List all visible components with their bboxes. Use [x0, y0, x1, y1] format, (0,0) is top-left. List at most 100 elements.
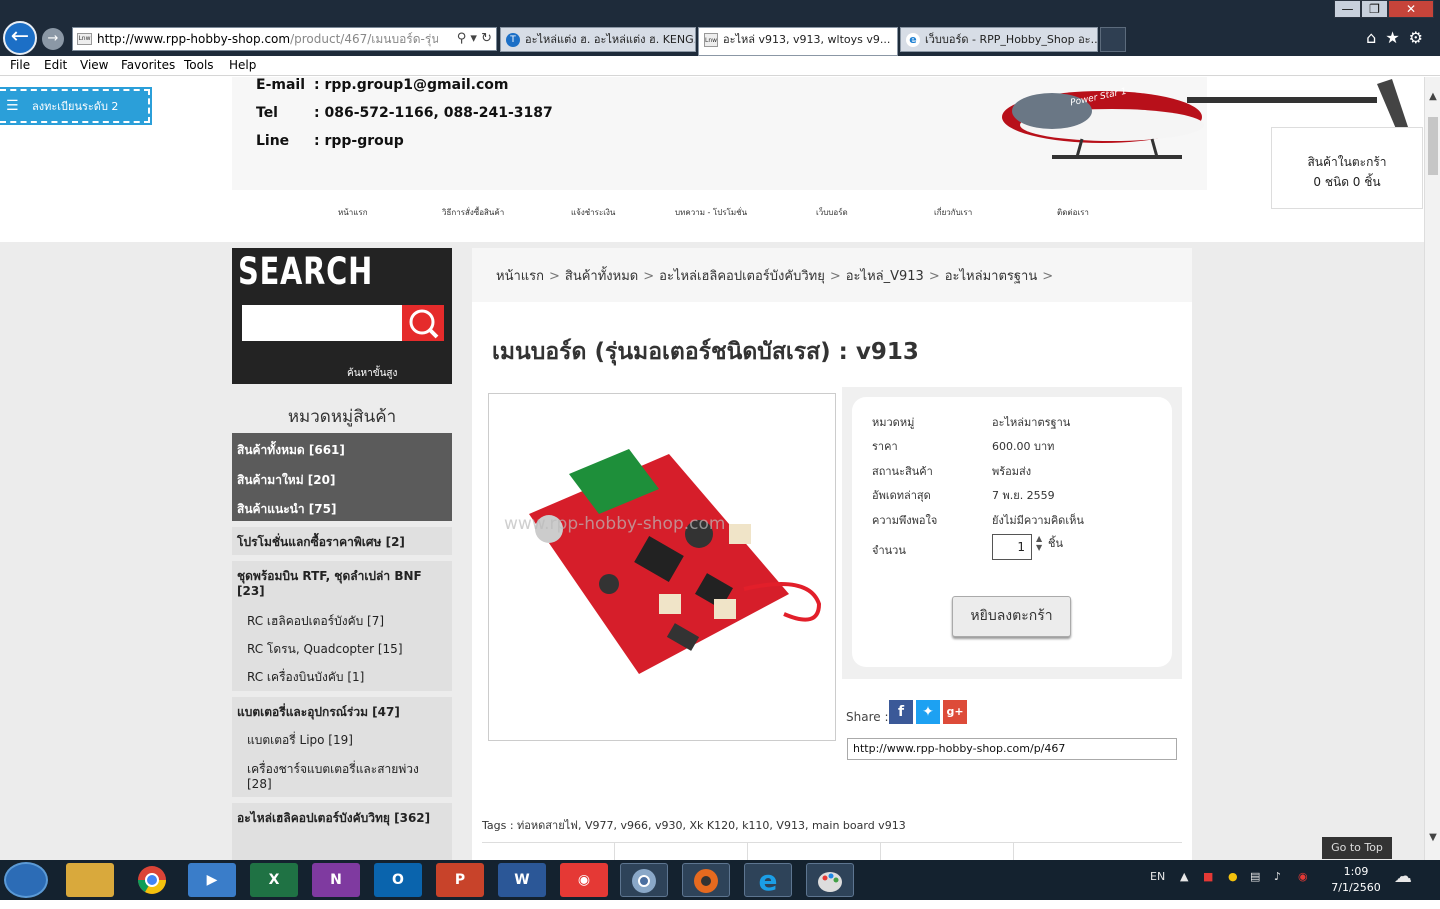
- onenote-icon[interactable]: N: [312, 863, 360, 897]
- category-promo[interactable]: โปรโมชั่นแลกซื้อราคาพิเศษ [2]: [237, 535, 447, 550]
- tray-antivirus-icon[interactable]: ◉: [1298, 870, 1308, 883]
- product-tabs: [482, 842, 1182, 860]
- internet-explorer-icon[interactable]: e: [744, 863, 792, 897]
- tab-v913[interactable]: Lnw อะไหล่ v913, v913, wltoys v9...: [698, 27, 898, 56]
- chrome-icon[interactable]: [128, 863, 176, 897]
- nav-payment[interactable]: แจ้งชำระเงิน: [571, 206, 615, 219]
- category-group-rtf: ชุดพร้อมบิน RTF, ชุดลำเปล่า BNF [23] RC …: [232, 561, 452, 691]
- scroll-thumb[interactable]: [1428, 117, 1438, 175]
- nav-home[interactable]: หน้าแรก: [338, 206, 368, 219]
- register-badge[interactable]: ☰ ลงทะเบียนระดับ 2: [0, 89, 150, 123]
- search-icon[interactable]: ⚲: [457, 31, 467, 46]
- powerpoint-icon[interactable]: P: [436, 863, 484, 897]
- quantity-stepper[interactable]: ▲ ▼: [1036, 534, 1042, 552]
- page-scrollbar[interactable]: ▲ ▼: [1424, 77, 1440, 860]
- category-all[interactable]: สินค้าทั้งหมด [661]: [237, 441, 345, 460]
- tray-expand-icon[interactable]: ▲: [1180, 870, 1188, 883]
- search-button[interactable]: [402, 305, 444, 341]
- weather-icon[interactable]: ☁: [1394, 866, 1412, 887]
- nav-about[interactable]: เกี่ยวกับเรา: [934, 206, 972, 219]
- add-to-cart-button[interactable]: หยิบลงตะกร้า: [952, 596, 1071, 637]
- product-tab[interactable]: [881, 843, 1014, 860]
- category-charger[interactable]: เครื่องชาร์จแบตเตอรี่และสายพ่วง [28]: [247, 762, 447, 792]
- breadcrumb-v913[interactable]: อะไหล่_V913: [846, 269, 924, 284]
- chrome-window-icon[interactable]: [620, 863, 668, 897]
- category-lipo[interactable]: แบตเตอรี่ Lipo [19]: [247, 733, 447, 748]
- media-player-icon[interactable]: ▶: [188, 863, 236, 897]
- tray-app-icon[interactable]: ●: [1228, 870, 1238, 883]
- new-tab-button[interactable]: [1100, 27, 1126, 52]
- nav-contact[interactable]: ติดต่อเรา: [1057, 206, 1089, 219]
- scroll-up-icon[interactable]: ▲: [1425, 91, 1440, 102]
- system-clock[interactable]: 1:09 7/1/2560: [1330, 864, 1382, 896]
- address-bar[interactable]: Lnw http://www.rpp-hobby-shop.com/produc…: [72, 27, 497, 51]
- breadcrumb-standard-parts[interactable]: อะไหล่มาตรฐาน: [945, 269, 1038, 284]
- menu-help[interactable]: Help: [229, 58, 256, 72]
- tab-favicon-icon: Lnw: [704, 33, 718, 47]
- breadcrumb-all-products[interactable]: สินค้าทั้งหมด: [565, 269, 638, 284]
- category-rc-heli[interactable]: RC เฮลิคอปเตอร์บังคับ [7]: [247, 614, 447, 629]
- contact-line: Line: rpp-group: [256, 133, 404, 149]
- category-rc-plane[interactable]: RC เครื่องบินบังคับ [1]: [247, 670, 447, 685]
- menu-edit[interactable]: Edit: [44, 58, 67, 72]
- refresh-icon[interactable]: ↻: [481, 31, 492, 46]
- twitter-icon[interactable]: ✦: [916, 700, 940, 724]
- network-icon[interactable]: ▤: [1250, 870, 1260, 883]
- product-tab[interactable]: [748, 843, 881, 860]
- music-player-icon[interactable]: [682, 863, 730, 897]
- category-recommended[interactable]: สินค้าแนะนำ [75]: [237, 500, 336, 519]
- forward-button[interactable]: →: [42, 28, 64, 50]
- word-icon[interactable]: W: [498, 863, 546, 897]
- maximize-button[interactable]: ❐: [1361, 0, 1388, 18]
- menu-tools[interactable]: Tools: [184, 58, 214, 72]
- menu-file[interactable]: File: [10, 58, 30, 72]
- breadcrumb-home[interactable]: หน้าแรก: [496, 269, 544, 284]
- advanced-search-link[interactable]: ค้นหาขั้นสูง: [347, 366, 397, 381]
- camera-app-icon[interactable]: ◉: [560, 863, 608, 897]
- paint-icon[interactable]: [806, 863, 854, 897]
- nav-webboard[interactable]: เว็บบอร์ด: [816, 206, 848, 219]
- nav-articles[interactable]: บทความ - โปรโมชั่น: [675, 206, 747, 219]
- menu-favorites[interactable]: Favorites: [121, 58, 175, 72]
- tray-security-icon[interactable]: ■: [1203, 870, 1213, 883]
- category-heli-parts[interactable]: อะไหล่เฮลิคอปเตอร์บังคับวิทยุ [362]: [237, 811, 447, 826]
- category-rtf[interactable]: ชุดพร้อมบิน RTF, ชุดลำเปล่า BNF [23]: [237, 569, 447, 599]
- home-icon[interactable]: ⌂: [1366, 28, 1385, 47]
- favorites-star-icon[interactable]: ★: [1385, 28, 1408, 47]
- menu-view[interactable]: View: [80, 58, 108, 72]
- nav-how-to-order[interactable]: วิธีการสั่งซื้อสินค้า: [442, 206, 504, 219]
- product-tab[interactable]: [615, 843, 748, 860]
- outlook-icon[interactable]: O: [374, 863, 422, 897]
- excel-icon[interactable]: X: [250, 863, 298, 897]
- search-input[interactable]: [242, 305, 402, 341]
- mainboard-image: www.rpp-hobby-shop.com: [504, 449, 822, 674]
- language-indicator[interactable]: EN: [1150, 870, 1165, 883]
- gear-icon[interactable]: ⚙: [1409, 28, 1432, 47]
- category-battery[interactable]: แบตเตอรี่และอุปกรณ์ร่วม [47]: [237, 705, 447, 720]
- cart-summary[interactable]: สินค้าในตะกร้า 0 ชนิด 0 ชิ้น: [1271, 127, 1423, 209]
- product-image[interactable]: www.rpp-hobby-shop.com: [488, 393, 836, 741]
- image-watermark: www.rpp-hobby-shop.com: [504, 514, 725, 534]
- info-rating-label: ความพึงพอใจ: [872, 514, 938, 527]
- product-tab[interactable]: [1014, 843, 1147, 860]
- scroll-down-icon[interactable]: ▼: [1425, 832, 1440, 843]
- facebook-icon[interactable]: f: [889, 700, 913, 724]
- info-rating-value: ยังไม่มีความคิดเห็น: [992, 514, 1084, 527]
- google-plus-icon[interactable]: g+: [943, 700, 967, 724]
- quantity-input[interactable]: 1: [992, 534, 1032, 560]
- clock-time: 1:09: [1343, 865, 1369, 878]
- explorer-icon[interactable]: [66, 863, 114, 897]
- minimize-button[interactable]: —: [1334, 0, 1361, 18]
- product-url-field[interactable]: http://www.rpp-hobby-shop.com/p/467: [847, 738, 1177, 760]
- category-new[interactable]: สินค้ามาใหม่ [20]: [237, 471, 335, 490]
- close-button[interactable]: ✕: [1388, 0, 1434, 18]
- go-to-top-button[interactable]: Go to Top: [1322, 837, 1392, 859]
- breadcrumb-heli-parts[interactable]: อะไหล่เฮลิคอปเตอร์บังคับวิทยุ: [659, 269, 825, 284]
- volume-icon[interactable]: ♪: [1274, 870, 1281, 883]
- tab-webboard[interactable]: e เว็บบอร์ด - RPP_Hobby_Shop อะ...: [900, 27, 1098, 52]
- start-button[interactable]: [4, 862, 48, 898]
- back-button[interactable]: ←: [3, 21, 37, 55]
- category-rc-drone[interactable]: RC โดรน, Quadcopter [15]: [247, 642, 447, 657]
- tab-keng[interactable]: T อะไหล่แต่ง ฮ. อะไหล่แต่ง ฮ. KENG...: [500, 27, 696, 52]
- product-tab[interactable]: [482, 843, 615, 860]
